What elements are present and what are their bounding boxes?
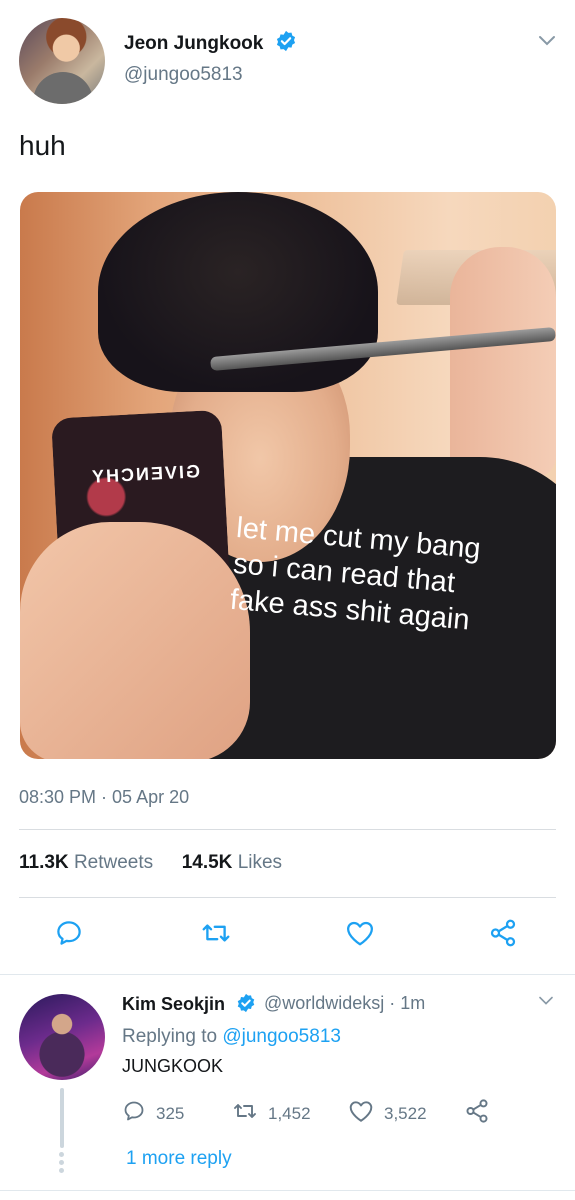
retweet-button[interactable] — [199, 918, 233, 952]
reply-author-name[interactable]: Kim Seokjin — [122, 994, 225, 1014]
tweet-text: huh — [19, 130, 66, 161]
likes-label[interactable]: Likes — [238, 852, 282, 873]
retweets-label[interactable]: Retweets — [74, 852, 153, 873]
reply-author-name-row[interactable]: Kim Seokjin — [122, 993, 256, 1018]
verified-badge-icon — [236, 993, 256, 1018]
share-button[interactable] — [486, 918, 520, 952]
section-divider — [0, 1190, 575, 1191]
reply-text: JUNGKOOK — [122, 1056, 224, 1076]
hand — [20, 522, 250, 759]
author-name[interactable]: Jeon Jungkook — [124, 33, 263, 54]
thread-dots — [59, 1152, 65, 1176]
likes-count[interactable]: 14.5K — [182, 852, 233, 873]
like-count: 3,522 — [384, 1103, 427, 1123]
tweet-timestamp: 08:30 PM · 05 Apr 20 — [19, 787, 190, 807]
retweets-count[interactable]: 11.3K — [19, 852, 69, 873]
reply-share-button[interactable] — [464, 1098, 500, 1129]
author-handle[interactable]: @jungoo5813 — [124, 64, 243, 86]
raised-arm — [450, 247, 556, 477]
replying-to-prefix: Replying to — [122, 1026, 218, 1047]
divider — [19, 897, 556, 898]
section-divider — [0, 974, 575, 975]
like-button[interactable] — [343, 918, 377, 952]
share-icon — [488, 918, 518, 953]
author-avatar[interactable] — [19, 18, 105, 104]
replying-to: Replying to @jungoo5813 — [122, 1026, 341, 1048]
divider — [19, 829, 556, 830]
like-icon — [348, 1099, 384, 1128]
reply-icon — [54, 918, 84, 953]
retweet-icon — [232, 1099, 268, 1128]
reply-reply-button[interactable]: 325 — [122, 1099, 232, 1128]
reply-author-handle-time[interactable]: @worldwideksj · 1m — [264, 993, 425, 1014]
tweet-image[interactable]: GIVENCHY let me cut my bang so i can rea… — [20, 192, 556, 759]
more-replies-link[interactable]: 1 more reply — [126, 1148, 232, 1170]
reply-author-avatar[interactable] — [19, 994, 105, 1080]
reply-button[interactable] — [52, 918, 86, 952]
verified-badge-icon — [275, 30, 297, 58]
retweet-count: 1,452 — [268, 1103, 311, 1123]
chevron-down-icon[interactable] — [537, 34, 557, 53]
share-icon — [464, 1098, 500, 1129]
author-name-row[interactable]: Jeon Jungkook — [124, 30, 297, 58]
reply-retweet-button[interactable]: 1,452 — [232, 1099, 348, 1128]
tweet-stats: 11.3K Retweets 14.5K Likes — [19, 852, 282, 874]
retweet-icon — [200, 918, 232, 953]
reply-actions: 325 1,452 3,522 — [122, 1098, 500, 1129]
thread-line — [60, 1088, 64, 1148]
reply-like-button[interactable]: 3,522 — [348, 1099, 464, 1128]
replying-to-handle[interactable]: @jungoo5813 — [222, 1026, 341, 1047]
reply-icon — [122, 1099, 156, 1128]
like-icon — [345, 919, 375, 952]
reply-count: 325 — [156, 1103, 185, 1123]
chevron-down-icon[interactable] — [537, 994, 555, 1012]
